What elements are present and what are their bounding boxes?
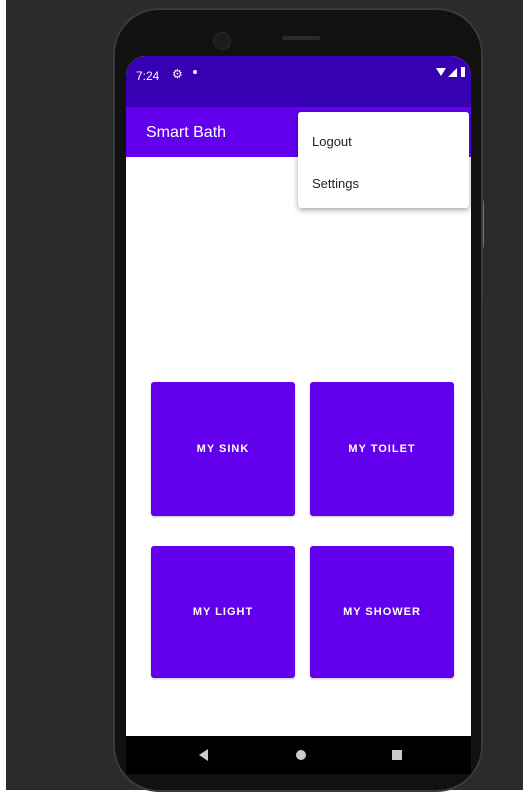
wifi-icon xyxy=(436,68,446,76)
cell-signal-icon xyxy=(448,67,457,77)
back-icon[interactable] xyxy=(199,749,208,761)
app-title: Smart Bath xyxy=(146,124,227,141)
my-shower-button[interactable]: MY SHOWER xyxy=(310,546,454,678)
front-camera-icon xyxy=(213,32,231,50)
recent-apps-icon[interactable] xyxy=(392,750,402,760)
status-time: 7:24 xyxy=(136,69,160,83)
menu-item-settings[interactable]: Settings xyxy=(312,176,359,191)
battery-icon xyxy=(461,67,465,77)
my-light-button[interactable]: MY LIGHT xyxy=(151,546,295,678)
status-indicators xyxy=(436,67,465,77)
my-sink-button[interactable]: MY SINK xyxy=(151,382,295,516)
navigation-bar xyxy=(126,736,471,774)
overflow-menu: Logout Settings xyxy=(298,112,469,208)
my-toilet-button[interactable]: MY TOILET xyxy=(310,382,454,516)
status-bar: 7:24 ⚙ xyxy=(126,56,471,107)
device-screen: 7:24 ⚙ Smart Bath Logout Settings MY SIN… xyxy=(126,56,471,736)
menu-item-logout[interactable]: Logout xyxy=(312,134,352,149)
gear-icon: ⚙ xyxy=(172,67,183,81)
notification-dot-icon xyxy=(193,70,197,74)
earpiece-speaker xyxy=(282,36,320,40)
home-icon[interactable] xyxy=(296,750,306,760)
